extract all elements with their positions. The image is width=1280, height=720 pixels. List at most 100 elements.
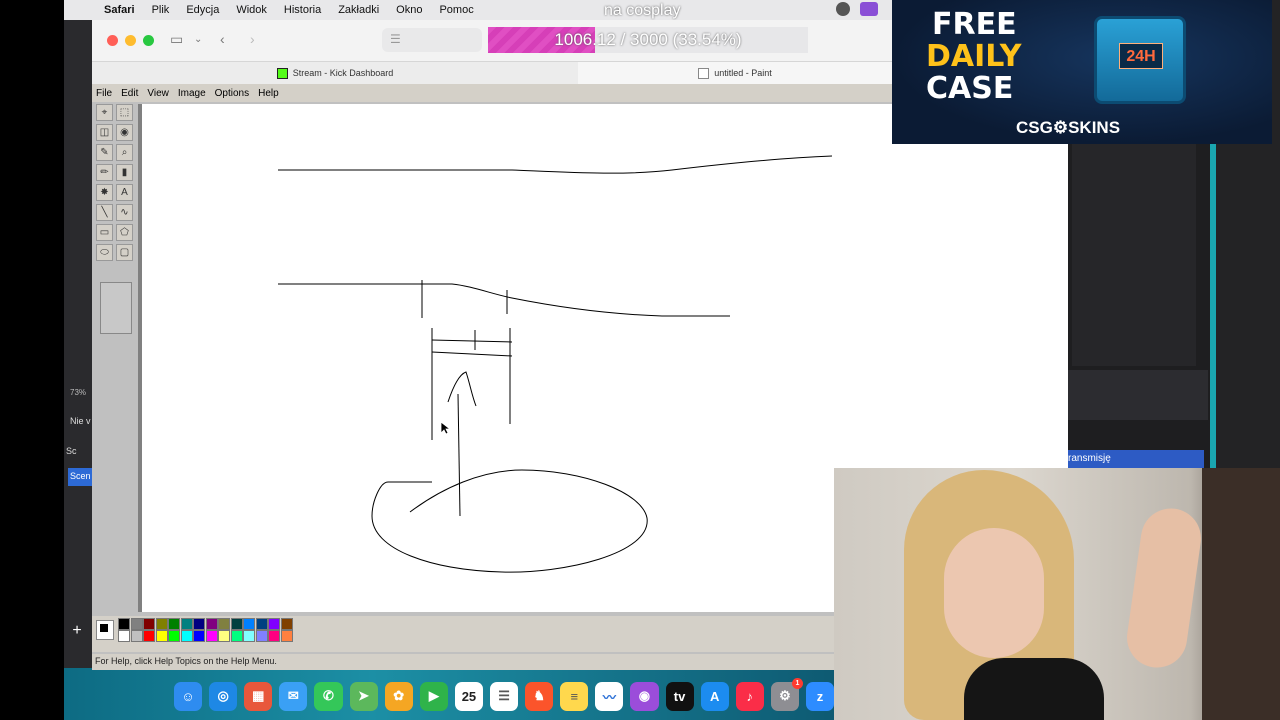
- tool-polygon-icon[interactable]: ⬠: [116, 224, 133, 241]
- palette-swatch[interactable]: [118, 618, 130, 630]
- palette-swatch[interactable]: [218, 618, 230, 630]
- csgo-skins-ad-banner[interactable]: FREE DAILY CASE 24H CSG⚙SKINS: [892, 0, 1272, 144]
- tool-rounded-rect-icon[interactable]: ▢: [116, 244, 133, 261]
- palette-swatch[interactable]: [243, 630, 255, 642]
- tool-text-icon[interactable]: A: [116, 184, 133, 201]
- dock-calendar-icon[interactable]: 25: [454, 681, 483, 711]
- palette-swatch[interactable]: [168, 618, 180, 630]
- start-stream-button[interactable]: ransmisję: [1068, 450, 1204, 468]
- palette-swatch[interactable]: [205, 618, 218, 630]
- palette-swatch[interactable]: [280, 618, 293, 630]
- palette-swatch[interactable]: [255, 630, 268, 642]
- dock-finder-icon[interactable]: ☺: [174, 681, 203, 711]
- palette-swatch[interactable]: [193, 630, 205, 642]
- palette-swatch[interactable]: [230, 630, 243, 642]
- palette-swatch[interactable]: [268, 630, 280, 642]
- palette-swatch[interactable]: [143, 630, 155, 642]
- dock-photos-icon[interactable]: ✿: [384, 681, 413, 711]
- tool-fill-icon[interactable]: ◉: [116, 124, 133, 141]
- menu-app-name[interactable]: Safari: [104, 4, 135, 16]
- control-center-icon[interactable]: [836, 2, 850, 16]
- dock-safari-icon[interactable]: ◎: [209, 681, 238, 711]
- tool-options-box[interactable]: [100, 282, 132, 334]
- palette-swatch[interactable]: [168, 630, 180, 642]
- screen-record-icon[interactable]: [860, 2, 878, 16]
- palette-swatch[interactable]: [155, 618, 168, 630]
- tab-paint[interactable]: untitled - Paint: [578, 62, 892, 84]
- paint-menu-edit[interactable]: Edit: [121, 88, 138, 99]
- paint-menu-file[interactable]: File: [96, 88, 112, 99]
- back-icon[interactable]: ‹: [220, 31, 225, 47]
- palette-swatch[interactable]: [180, 618, 193, 630]
- address-bar[interactable]: ☰: [382, 28, 482, 52]
- dock-facetime-icon[interactable]: ▶: [419, 681, 448, 711]
- drawing-canvas[interactable]: [142, 104, 892, 612]
- palette-swatch[interactable]: [218, 630, 230, 642]
- current-colors[interactable]: [96, 620, 114, 640]
- dock-brave-icon[interactable]: ♞: [525, 681, 554, 711]
- sidebar-icon[interactable]: ▭: [170, 31, 183, 48]
- dock-notes-icon[interactable]: ≡: [560, 681, 589, 711]
- menu-item-pomoc[interactable]: Pomoc: [439, 4, 473, 16]
- dock-freeform-icon[interactable]: 〰: [595, 681, 624, 711]
- tool-rectangle-icon[interactable]: ▭: [96, 224, 113, 241]
- dock-settings-icon[interactable]: ⚙ 1: [770, 677, 803, 711]
- scene-button[interactable]: Scen: [68, 468, 92, 486]
- palette-swatch[interactable]: [143, 618, 155, 630]
- palette-swatch[interactable]: [230, 618, 243, 630]
- paint-menu-view[interactable]: View: [147, 88, 169, 99]
- tool-rect-select-icon[interactable]: ⬚: [116, 104, 133, 121]
- zoom-label: 73%: [70, 388, 87, 397]
- paint-menu-image[interactable]: Image: [178, 88, 206, 99]
- menu-item-zakladki[interactable]: Zakładki: [338, 4, 379, 16]
- tool-magnifier-icon[interactable]: ⌕: [116, 144, 133, 161]
- palette-swatch[interactable]: [255, 618, 268, 630]
- dock-podcasts-icon[interactable]: ◉: [630, 681, 659, 711]
- dock-music-icon[interactable]: ♪: [735, 681, 764, 711]
- palette-swatch[interactable]: [180, 630, 193, 642]
- paint-menu-options[interactable]: Options: [215, 88, 249, 99]
- add-scene-button[interactable]: +: [66, 622, 88, 640]
- palette-swatch[interactable]: [155, 630, 168, 642]
- dock-launchpad-icon[interactable]: ▦: [244, 681, 273, 711]
- tool-free-select-icon[interactable]: ⌖: [96, 104, 113, 121]
- tool-pencil-icon[interactable]: ✏: [96, 164, 113, 181]
- palette-swatch[interactable]: [268, 618, 280, 630]
- dock-messages-icon[interactable]: ✆: [314, 681, 343, 711]
- tool-line-icon[interactable]: ╲: [96, 204, 113, 221]
- ad-line-daily: DAILY: [926, 39, 1022, 74]
- dock-zoom-icon[interactable]: z: [805, 681, 835, 711]
- reader-icon[interactable]: ☰: [390, 32, 401, 46]
- menu-item-edycja[interactable]: Edycja: [186, 4, 219, 16]
- palette-swatch[interactable]: [130, 618, 143, 630]
- menu-item-plik[interactable]: Plik: [152, 4, 170, 16]
- tool-curve-icon[interactable]: ∿: [116, 204, 133, 221]
- palette-swatch[interactable]: [243, 618, 255, 630]
- close-window-button[interactable]: [107, 35, 118, 46]
- dock-maps-icon[interactable]: ➤: [349, 681, 378, 711]
- palette-swatch[interactable]: [280, 630, 293, 642]
- tool-eraser-icon[interactable]: ◫: [96, 124, 113, 141]
- tool-brush-icon[interactable]: ▮: [116, 164, 133, 181]
- palette-swatch[interactable]: [130, 630, 143, 642]
- tool-airbrush-icon[interactable]: ✸: [96, 184, 113, 201]
- stroke-middle-line: [278, 283, 730, 317]
- dock-reminders-icon[interactable]: ☰: [489, 681, 519, 711]
- dock-app-store-icon[interactable]: A: [700, 681, 729, 711]
- paint-menu-help[interactable]: Help: [258, 88, 279, 99]
- dock-tv-icon[interactable]: tv: [665, 681, 694, 711]
- palette-swatch[interactable]: [118, 630, 130, 642]
- menu-item-widok[interactable]: Widok: [236, 4, 267, 16]
- tool-ellipse-icon[interactable]: ⬭: [96, 244, 113, 261]
- menu-item-historia[interactable]: Historia: [284, 4, 321, 16]
- dock-mail-icon[interactable]: ✉: [279, 681, 308, 711]
- tool-picker-icon[interactable]: ✎: [96, 144, 113, 161]
- zoom-window-button[interactable]: [143, 35, 154, 46]
- palette-swatch[interactable]: [205, 630, 218, 642]
- forward-icon[interactable]: ›: [250, 31, 255, 47]
- tab-kick-dashboard[interactable]: Stream - Kick Dashboard: [92, 62, 578, 84]
- chevron-down-icon[interactable]: ⌄: [194, 34, 202, 45]
- palette-swatch[interactable]: [193, 618, 205, 630]
- menu-item-okno[interactable]: Okno: [396, 4, 422, 16]
- minimize-window-button[interactable]: [125, 35, 136, 46]
